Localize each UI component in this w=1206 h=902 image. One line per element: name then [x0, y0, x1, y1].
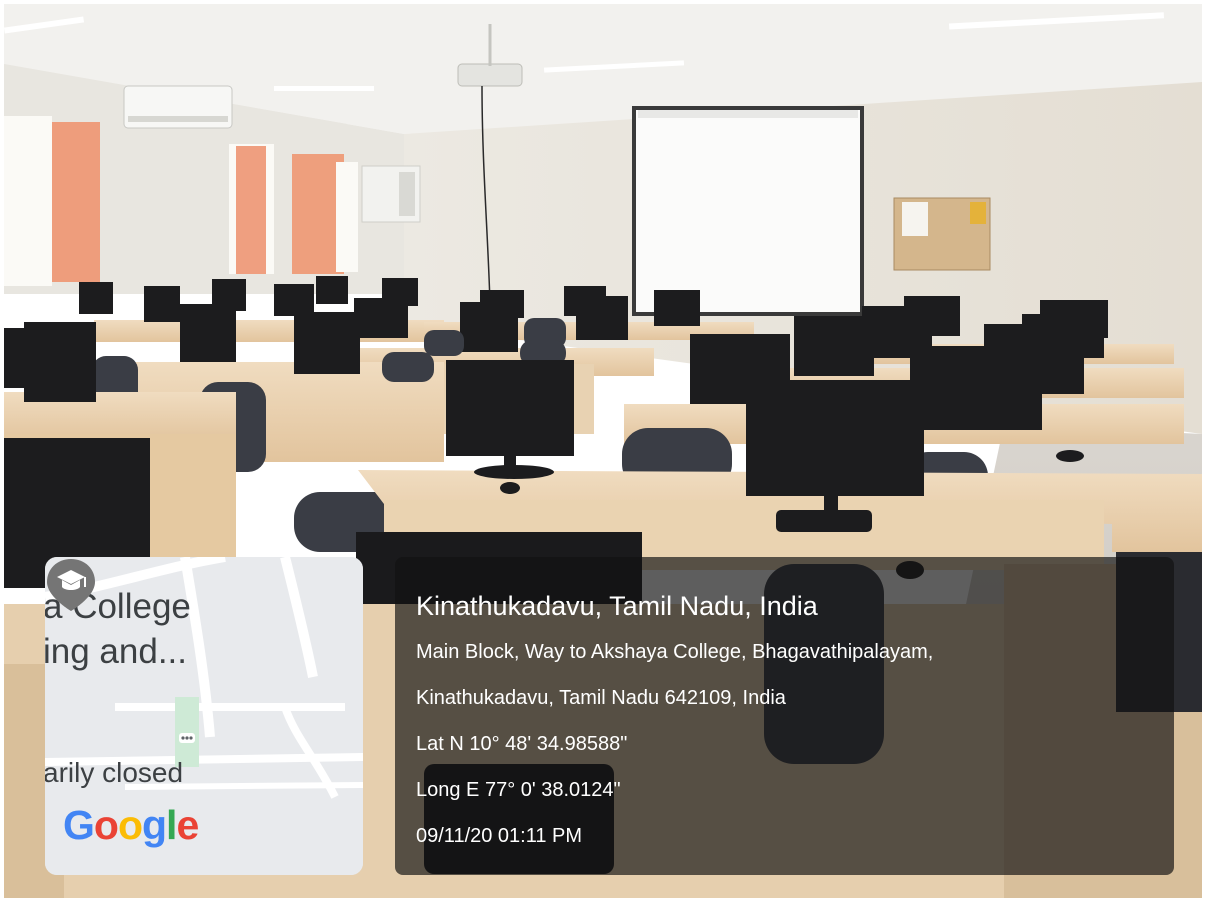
classroom-photo: a College ing and... arily closed Google…: [4, 4, 1202, 898]
google-logo-letter: e: [176, 802, 199, 848]
graduation-cap-pin-icon[interactable]: [45, 557, 97, 613]
photo-frame: a College ing and... arily closed Google…: [0, 0, 1206, 902]
google-logo-letter: o: [117, 802, 143, 848]
address-line-1: Main Block, Way to Akshaya College, Bhag…: [416, 641, 934, 663]
timestamp-text: 09/11/20 01:11 PM: [416, 825, 583, 847]
google-logo: Google: [63, 802, 199, 849]
map-place-label-2: ing and...: [45, 632, 187, 671]
location-info-panel: Kinathukadavu, Tamil Nadu, India Main Bl…: [395, 557, 1174, 875]
address-line-2: Kinathukadavu, Tamil Nadu 642109, India: [416, 687, 786, 709]
location-title: Kinathukadavu, Tamil Nadu, India: [416, 591, 818, 621]
map-place-label-3: arily closed: [45, 757, 184, 788]
map-thumbnail[interactable]: a College ing and... arily closed Google: [45, 557, 363, 875]
google-logo-letter: l: [166, 802, 177, 848]
google-logo-letter: G: [63, 802, 95, 848]
google-logo-letter: g: [142, 802, 167, 848]
google-logo-letter: o: [93, 802, 119, 848]
longitude-text: Long E 77° 0' 38.0124": [416, 779, 621, 801]
latitude-text: Lat N 10° 48' 34.98588": [416, 733, 628, 755]
